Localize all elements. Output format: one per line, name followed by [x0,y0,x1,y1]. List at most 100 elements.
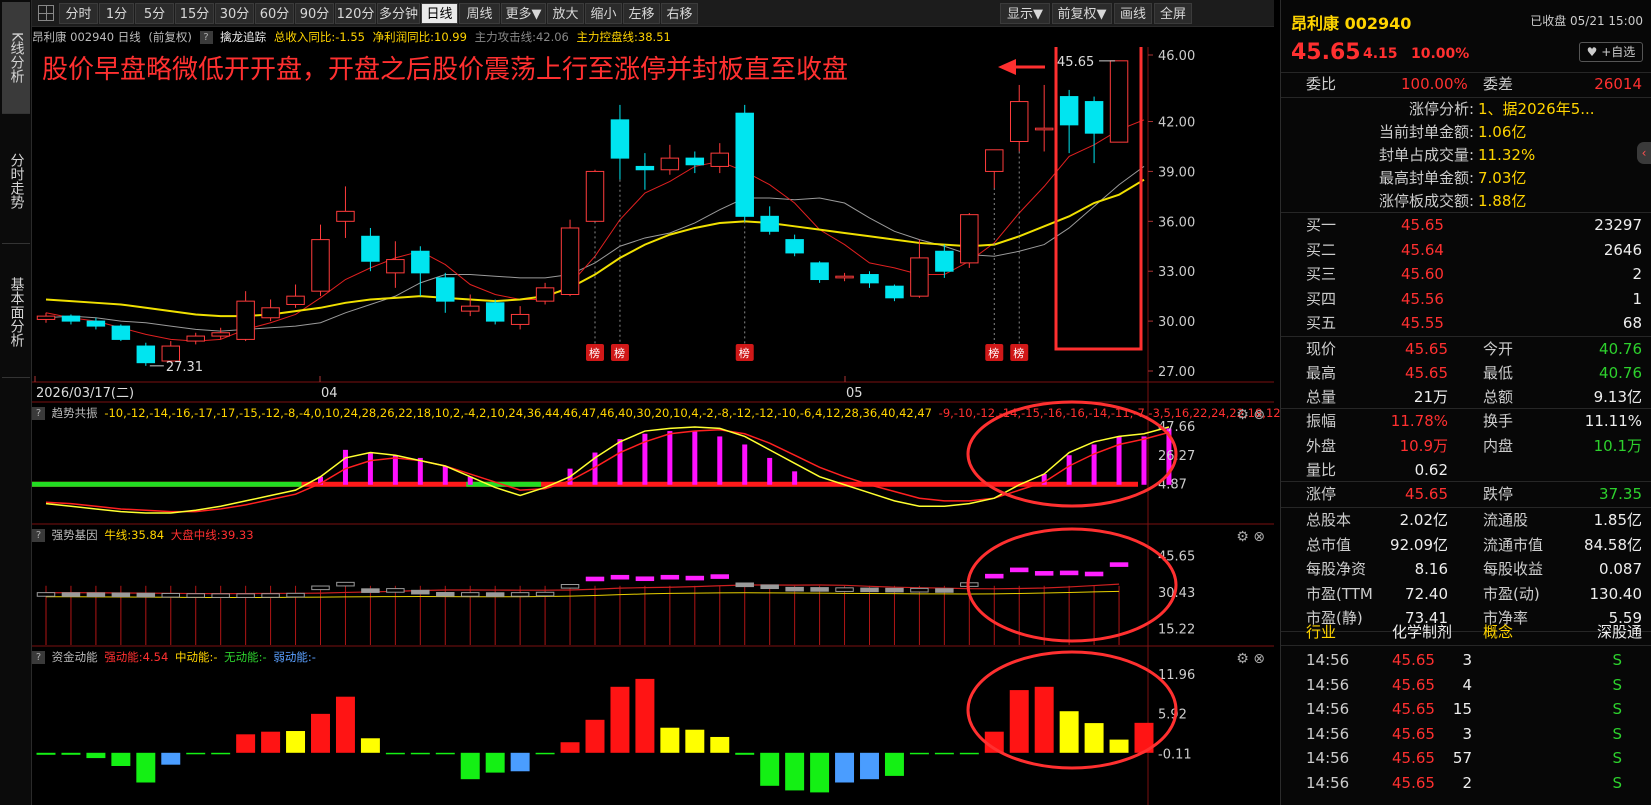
limit-analysis-value: 1.06亿 [1478,123,1527,141]
candle[interactable] [86,320,106,327]
candle[interactable] [460,305,480,312]
period-button-2[interactable]: 5分 [135,3,174,24]
candle[interactable] [136,345,156,364]
period-button-11[interactable]: 更多▼ [501,3,546,24]
industry-value[interactable]: 化学制剂 [1392,620,1452,645]
trend-title: 趋势共振 [51,406,98,420]
candle[interactable] [810,262,829,281]
candle[interactable] [485,302,505,322]
candle[interactable] [61,315,81,322]
help-icon[interactable]: ? [32,407,45,420]
stat-value: 130.40 [1589,584,1643,603]
candle[interactable] [1109,60,1129,143]
period-button-0[interactable]: 分时 [59,3,98,24]
period-button-4[interactable]: 30分 [215,3,254,24]
candle[interactable] [510,313,530,325]
candle[interactable] [186,335,205,342]
period-button-8[interactable]: 多分钟 [377,3,420,24]
help-icon[interactable]: ? [199,31,213,44]
candle[interactable] [261,307,280,319]
candle[interactable] [835,275,854,279]
candle[interactable] [710,152,730,167]
help-icon[interactable]: ? [32,529,45,542]
bang-badge-label: 榜 [589,346,600,360]
candle[interactable] [660,157,680,171]
candle[interactable] [785,239,804,254]
left-tab-2[interactable]: 基本面分析 [2,246,30,378]
add-favorite-button[interactable]: ♥ +自选 [1579,42,1643,62]
candle[interactable] [336,210,355,222]
stat-label: 总额 [1483,388,1514,406]
adjust-mode[interactable]: (前复权) [148,30,191,44]
candle[interactable] [535,287,555,302]
trend-panel-header: ? 趋势共振 -10,-12,-14,-16,-17,-17,-15,-12,-… [32,403,1651,425]
strong-box [985,573,1004,579]
left-tab-0[interactable]: K线分析 [2,2,30,114]
candle[interactable] [985,149,1004,172]
candle[interactable] [411,250,430,274]
candle[interactable] [36,315,56,320]
period-button-1[interactable]: 1分 [99,3,134,24]
collapse-arrow-icon[interactable]: ‹ [1637,142,1651,164]
stat-row: 外盘 10.9万 内盘 10.1万 [1281,434,1651,459]
candle[interactable] [236,300,255,340]
money-bar [136,752,156,783]
candle[interactable] [436,277,455,302]
grid-icon[interactable] [38,5,54,21]
period-button-9[interactable]: 日线 [421,3,458,24]
strong-box [885,587,904,593]
toolbar-right-button-1[interactable]: 前复权▼ [1052,3,1112,24]
stat-value: 1.85亿 [1593,511,1642,529]
panel-settings-icon[interactable]: ⚙ ⊗ [1236,527,1265,547]
candle[interactable] [1084,101,1104,134]
candle[interactable] [361,235,380,262]
candle[interactable] [610,119,630,159]
toolbar-right-button-3[interactable]: 全屏 [1154,3,1192,24]
candle[interactable] [311,239,330,292]
candle[interactable] [286,295,305,305]
panel-settings-icon[interactable]: ⚙ ⊗ [1236,649,1265,669]
candle[interactable] [935,250,954,272]
candle[interactable] [211,332,230,337]
candle[interactable] [685,157,705,166]
period-button-14[interactable]: 左移 [623,3,660,24]
candle[interactable] [960,214,979,264]
period-button-6[interactable]: 90分 [295,3,334,24]
limit-analysis-value[interactable]: 1、据2026年5... [1478,98,1595,121]
candle[interactable] [1034,127,1054,131]
industry-label[interactable]: 行业 [1306,620,1336,645]
candle[interactable] [735,112,754,217]
stat-label: 量比 [1306,461,1337,479]
period-button-12[interactable]: 放大 [547,3,584,24]
toolbar-right-button-0[interactable]: 显示▼ [1000,3,1050,24]
period-button-5[interactable]: 60分 [255,3,294,24]
candle[interactable] [760,215,779,232]
kline-chart[interactable]: 46.00 42.00 39.00 36.00 33.00 30.00 27.00 2026/… [32,47,1274,805]
concept-label[interactable]: 概念 [1483,620,1513,645]
buy-level-volume: 23297 [1594,216,1642,234]
candle[interactable] [386,259,405,274]
toolbar-right-button-2[interactable]: 画线 [1114,3,1152,24]
tick-row: 14:56 45.65 57 S [1281,746,1651,771]
limit-analysis-label: 封单占成交量: [1378,146,1474,164]
candle[interactable] [560,227,580,295]
candle[interactable] [585,170,605,222]
candle[interactable] [910,257,929,297]
candle[interactable] [161,345,181,362]
candle[interactable] [1059,96,1079,126]
stat-value: 92.09亿 [1390,535,1448,554]
candle[interactable] [111,325,131,340]
period-button-10[interactable]: 周线 [459,3,500,24]
candle[interactable] [1009,101,1029,142]
candle[interactable] [885,285,904,299]
panel-settings-icon[interactable]: ⚙ ⊗ [1236,405,1265,425]
concept-value[interactable]: 深股通 [1597,620,1642,645]
period-button-15[interactable]: 右移 [661,3,698,24]
candle[interactable] [635,165,655,171]
left-tab-1[interactable]: 分时走势 [2,118,30,244]
period-button-7[interactable]: 120分 [335,3,376,24]
period-button-13[interactable]: 缩小 [585,3,622,24]
help-icon[interactable]: ? [32,651,45,664]
period-button-3[interactable]: 15分 [175,3,214,24]
candle[interactable] [860,274,879,284]
